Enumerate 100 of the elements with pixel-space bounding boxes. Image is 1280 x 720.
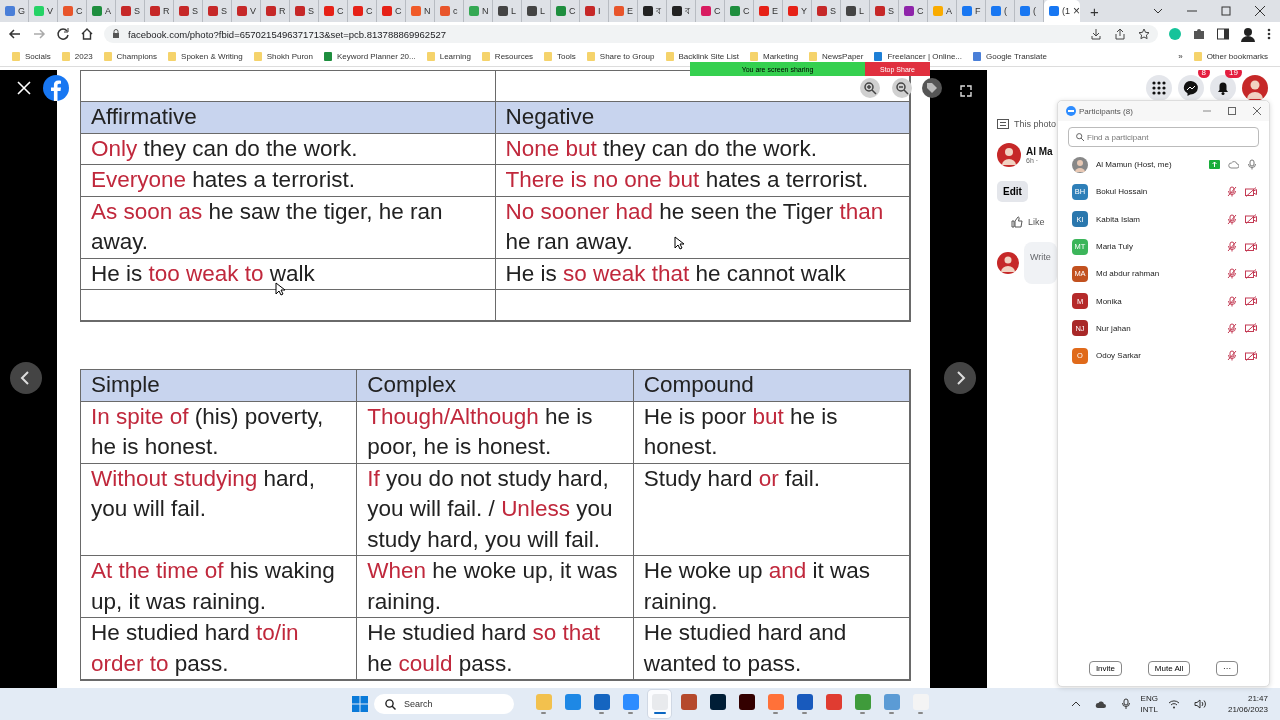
back-icon[interactable] [8, 27, 22, 41]
cloud-icon [1228, 160, 1239, 170]
profile-icon[interactable] [1240, 26, 1256, 42]
bookmark[interactable]: Share to Group [586, 51, 655, 61]
clock[interactable]: 21:47 21/06/2023 [1227, 693, 1274, 715]
app-icon [767, 694, 784, 710]
zoom-out-icon[interactable] [892, 78, 912, 98]
video-off-icon[interactable] [1245, 214, 1257, 225]
share-icon[interactable] [1114, 28, 1126, 40]
wifi-icon[interactable] [1167, 699, 1180, 709]
search-field[interactable]: Find a participant [1068, 127, 1259, 147]
star-icon[interactable] [1138, 28, 1150, 40]
author-name[interactable]: Al Ma [1026, 146, 1053, 157]
address-bar[interactable]: facebook.com/photo?fbid=6570215496371713&set=pcb.813788869962527 [104, 25, 1158, 43]
video-off-icon[interactable] [1245, 241, 1257, 252]
column-header: Compound [633, 370, 910, 402]
puzzle-icon[interactable] [1192, 27, 1206, 41]
footer-button[interactable]: Invite [1088, 661, 1122, 676]
video-off-icon[interactable] [1245, 268, 1257, 279]
bookmark[interactable]: Tools [544, 51, 576, 61]
bookmark[interactable]: Backlink Site List [665, 51, 739, 61]
apps-menu-icon[interactable] [1146, 75, 1172, 101]
windows-start-icon[interactable] [352, 696, 368, 712]
avatar-icon[interactable] [1242, 75, 1268, 101]
lock-icon[interactable] [112, 29, 120, 39]
bookmark[interactable]: Spoken & Writing [168, 51, 243, 61]
column-header: Complex [357, 370, 634, 402]
bookmark[interactable]: Other bookmarks [1193, 51, 1268, 61]
footer-button[interactable]: Mute All [1147, 661, 1191, 676]
volume-icon[interactable] [1193, 699, 1206, 709]
search-field[interactable]: Search [374, 694, 514, 714]
facebook-logo-icon[interactable] [43, 75, 69, 101]
app-icon [622, 694, 639, 710]
previous-button[interactable] [10, 362, 42, 394]
bookmark[interactable]: 2023 [61, 51, 93, 61]
video-off-icon[interactable] [1245, 296, 1257, 307]
mic-icon[interactable] [1120, 698, 1131, 710]
notification-badge: 8 [1197, 70, 1210, 78]
muted-mic-icon[interactable] [1227, 322, 1237, 334]
muted-mic-icon[interactable] [1227, 295, 1237, 307]
sidepanel-icon[interactable] [1216, 27, 1230, 41]
mic-icon[interactable] [1247, 159, 1257, 171]
footer-button[interactable]: ··· [1216, 661, 1239, 676]
document-icon [997, 119, 1009, 129]
participant-name: Kabita Islam [1096, 214, 1141, 224]
messenger-icon[interactable] [1178, 75, 1204, 101]
install-icon[interactable] [1090, 28, 1102, 40]
cursor-icon [275, 282, 285, 296]
app-icon [709, 694, 726, 710]
bookmark[interactable]: Keyword Planner 20... [324, 51, 416, 61]
cursor-icon [674, 236, 684, 250]
bookmark[interactable]: Google Translate [973, 51, 1047, 61]
restore-icon[interactable] [1220, 5, 1232, 17]
bookmark[interactable]: Champions [103, 51, 158, 61]
participant-name: Maria Tuly [1096, 242, 1133, 252]
like-button[interactable]: Like [1028, 217, 1045, 227]
table-cell: He studied hard and wanted to pass. [633, 618, 910, 680]
cloud-icon[interactable] [1094, 699, 1107, 709]
participant-name: Nur jahan [1096, 323, 1131, 333]
maximize-icon[interactable] [1228, 107, 1236, 115]
menu-icon[interactable] [1266, 27, 1272, 41]
browser-tab[interactable]: (1 × [1044, 0, 1080, 22]
bookmark[interactable]: NewsPaper [809, 51, 864, 61]
home-icon[interactable] [80, 27, 94, 41]
more-bookmarks-button[interactable]: » [1178, 51, 1183, 61]
muted-mic-icon[interactable] [1227, 268, 1237, 280]
comment-field[interactable]: Write [1024, 242, 1057, 284]
table-cell: Though/Although he is poor, he is honest. [357, 401, 634, 464]
muted-mic-icon[interactable] [1227, 350, 1237, 362]
muted-mic-icon[interactable] [1227, 241, 1237, 253]
video-off-icon[interactable] [1245, 186, 1257, 197]
bookmark[interactable]: Resources [481, 51, 534, 61]
close-icon[interactable] [1254, 5, 1266, 17]
close-tab-button[interactable]: × [1073, 4, 1080, 18]
participant-name: Odoy Sarkar [1096, 351, 1141, 361]
bookmark[interactable]: Marketing [749, 51, 799, 61]
app-icon [883, 694, 900, 710]
language-indicator[interactable]: ENG INTL [1140, 693, 1158, 715]
bookmark[interactable]: Freelancer | Online... [874, 51, 962, 61]
edit-button[interactable]: Edit [997, 181, 1028, 202]
table-cell: He is poor but he is honest. [633, 401, 910, 464]
next-button[interactable] [944, 362, 976, 394]
table-cell: He is so weak that he cannot walk [495, 258, 910, 290]
video-off-icon[interactable] [1245, 323, 1257, 334]
new-tab-button[interactable]: + [1080, 2, 1109, 20]
zoom-in-icon[interactable] [860, 78, 880, 98]
bookmark[interactable]: Shokh Puron [253, 51, 313, 61]
app-icon [796, 694, 813, 710]
chevron-up-icon[interactable] [1070, 700, 1081, 708]
participant-row[interactable]: Al Mamun (Host, me) [1058, 151, 1269, 179]
bookmark[interactable]: Learning [426, 51, 471, 61]
search-icon [1076, 133, 1084, 141]
bell-icon[interactable] [1210, 75, 1236, 101]
muted-mic-icon[interactable] [1227, 213, 1237, 225]
muted-mic-icon[interactable] [1227, 186, 1237, 198]
fullscreen-icon[interactable] [960, 85, 972, 97]
tag-icon[interactable] [922, 78, 942, 98]
bookmark[interactable]: Socials [12, 51, 51, 61]
reload-icon[interactable] [56, 27, 70, 41]
video-off-icon[interactable] [1245, 350, 1257, 361]
